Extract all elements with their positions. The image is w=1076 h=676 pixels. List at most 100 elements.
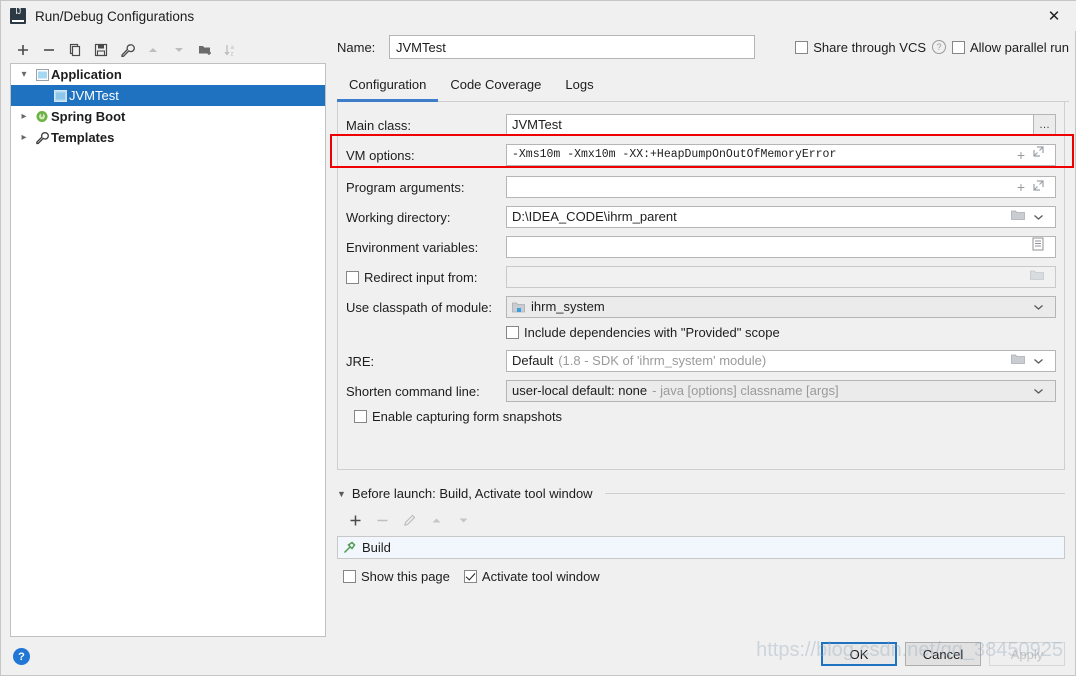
redirect-input-input — [506, 266, 1056, 288]
vm-options-add-icon[interactable]: + — [1017, 145, 1025, 165]
vm-options-expand-icon[interactable] — [1033, 145, 1044, 165]
module-icon — [512, 301, 525, 314]
jre-value-note: (1.8 - SDK of 'ihrm_system' module) — [558, 353, 767, 368]
working-directory-input[interactable]: D:\IDEA_CODE\ihrm_parent — [506, 206, 1056, 228]
use-classpath-of-module-label: Use classpath of module: — [346, 299, 492, 315]
editor-tabs: Configuration Code Coverage Logs — [337, 73, 1069, 102]
chevron-right-icon[interactable]: ▸ — [15, 132, 33, 143]
activate-tool-window-label: Activate tool window — [481, 569, 600, 584]
add-configuration-button[interactable] — [10, 38, 36, 62]
tab-code-coverage[interactable]: Code Coverage — [438, 77, 553, 102]
working-directory-value: D:\IDEA_CODE\ihrm_parent — [512, 209, 677, 224]
shorten-command-line-row: Shorten command line: user-local default… — [346, 380, 1056, 402]
chevron-down-icon[interactable] — [1033, 207, 1044, 227]
application-icon — [33, 68, 51, 81]
tab-logs[interactable]: Logs — [553, 77, 605, 102]
include-provided-scope-checkbox[interactable]: Include dependencies with "Provided" sco… — [506, 325, 780, 340]
jre-label: JRE: — [346, 353, 375, 369]
checkbox-box — [952, 40, 965, 54]
close-icon[interactable]: ✕ — [1031, 1, 1076, 31]
before-launch-list[interactable]: Build — [337, 536, 1065, 559]
vm-options-row: VM options: -Xms10m -Xmx10m -XX:+HeapDum… — [346, 144, 1056, 166]
list-edit-icon[interactable] — [1032, 237, 1044, 257]
program-arguments-add-icon[interactable]: + — [1017, 177, 1025, 197]
redirect-input-checkbox[interactable]: Redirect input from: — [346, 270, 506, 285]
program-arguments-expand-icon[interactable] — [1033, 177, 1044, 197]
help-icon[interactable]: ? — [932, 40, 946, 54]
edit-templates-button[interactable] — [114, 38, 140, 62]
main-class-input[interactable]: JVMTest — [506, 114, 1034, 136]
environment-variables-row: Environment variables: — [346, 236, 1056, 258]
chevron-down-icon[interactable]: ▾ — [15, 69, 33, 80]
chevron-down-icon[interactable] — [1033, 351, 1044, 371]
configurations-tree[interactable]: ▾ Application JVMTest ▸ Spring Boot ▸ Te… — [10, 63, 326, 637]
chevron-down-icon[interactable] — [1033, 297, 1044, 317]
enable-capturing-form-snapshots-row: Enable capturing form snapshots — [354, 406, 1056, 426]
jre-value: Default — [512, 353, 554, 368]
remove-configuration-button[interactable] — [36, 38, 62, 62]
main-class-browse-button[interactable]: … — [1034, 114, 1056, 136]
include-provided-scope-row: Include dependencies with "Provided" sco… — [506, 322, 1056, 342]
main-class-row: Main class: JVMTest … — [346, 114, 1056, 136]
add-task-button[interactable] — [343, 509, 368, 531]
include-provided-scope-label: Include dependencies with "Provided" sco… — [524, 324, 780, 340]
folder-icon[interactable] — [1011, 207, 1025, 227]
tree-item-spring-boot[interactable]: ▸ Spring Boot — [11, 106, 325, 127]
cancel-button[interactable]: Cancel — [905, 642, 981, 666]
tree-item-jvmtest[interactable]: JVMTest — [11, 85, 325, 106]
title-bar: Run/Debug Configurations ✕ — [1, 1, 1076, 31]
before-launch-header[interactable]: ▼ Before launch: Build, Activate tool wi… — [337, 486, 1065, 501]
svg-text:z: z — [231, 52, 234, 58]
run-debug-configurations-dialog: Run/Debug Configurations ✕ — [0, 0, 1076, 676]
share-through-vcs-label: Share through VCS — [813, 39, 926, 55]
share-through-vcs-checkbox[interactable]: Share through VCS — [795, 40, 926, 55]
copy-configuration-button[interactable] — [62, 38, 88, 62]
save-configuration-button[interactable] — [88, 38, 114, 62]
tree-item-application[interactable]: ▾ Application — [11, 64, 325, 85]
checkbox-box — [463, 570, 477, 583]
move-task-up-button[interactable] — [424, 509, 449, 531]
move-up-button[interactable] — [140, 38, 166, 62]
vm-options-input[interactable]: -Xms10m -Xmx10m -XX:+HeapDumpOnOutOfMemo… — [506, 144, 1056, 166]
tree-item-label: Templates — [51, 130, 115, 145]
application-icon — [51, 89, 69, 102]
sort-alpha-icon[interactable]: a z — [218, 38, 244, 62]
move-task-down-button[interactable] — [451, 509, 476, 531]
remove-task-button[interactable] — [370, 509, 395, 531]
wrench-icon — [33, 131, 51, 145]
folder-icon[interactable] — [1011, 351, 1025, 371]
shorten-command-line-combo[interactable]: user-local default: none - java [options… — [506, 380, 1056, 402]
show-this-page-checkbox[interactable]: Show this page — [343, 569, 450, 584]
move-down-button[interactable] — [166, 38, 192, 62]
use-classpath-of-module-combo[interactable]: ihrm_system — [506, 296, 1056, 318]
allow-parallel-run-label: Allow parallel run — [970, 39, 1069, 55]
svg-text:a: a — [231, 45, 235, 51]
dialog-title: Run/Debug Configurations — [35, 8, 195, 24]
program-arguments-label: Program arguments: — [346, 179, 465, 195]
name-row-options: Share through VCS ? Allow parallel run — [795, 40, 1069, 55]
folder-add-icon[interactable] — [192, 38, 218, 62]
environment-variables-input[interactable] — [506, 236, 1056, 258]
name-input[interactable] — [389, 35, 755, 59]
activate-tool-window-checkbox[interactable]: Activate tool window — [463, 569, 600, 584]
tree-item-templates[interactable]: ▸ Templates — [11, 127, 325, 148]
enable-capturing-form-snapshots-checkbox[interactable]: Enable capturing form snapshots — [354, 409, 562, 424]
use-classpath-of-module-value: ihrm_system — [531, 299, 605, 314]
ok-button[interactable]: OK — [821, 642, 897, 666]
folder-icon — [1030, 267, 1044, 287]
allow-parallel-run-checkbox[interactable]: Allow parallel run — [952, 40, 1069, 55]
tab-configuration[interactable]: Configuration — [337, 77, 439, 102]
checkbox-box — [354, 409, 367, 423]
caret-down-icon[interactable]: ▼ — [337, 489, 346, 499]
chevron-right-icon[interactable]: ▸ — [15, 111, 33, 122]
main-class-label: Main class: — [346, 117, 412, 133]
show-this-page-label: Show this page — [361, 569, 450, 584]
configurations-toolbar: a z — [10, 37, 326, 63]
jre-combo[interactable]: Default (1.8 - SDK of 'ihrm_system' modu… — [506, 350, 1056, 372]
pencil-icon[interactable] — [397, 509, 422, 531]
chevron-down-icon[interactable] — [1033, 381, 1044, 401]
help-icon[interactable]: ? — [13, 648, 30, 665]
program-arguments-input[interactable]: + — [506, 176, 1056, 198]
intellij-idea-icon — [10, 7, 26, 24]
checkbox-box — [506, 325, 519, 339]
